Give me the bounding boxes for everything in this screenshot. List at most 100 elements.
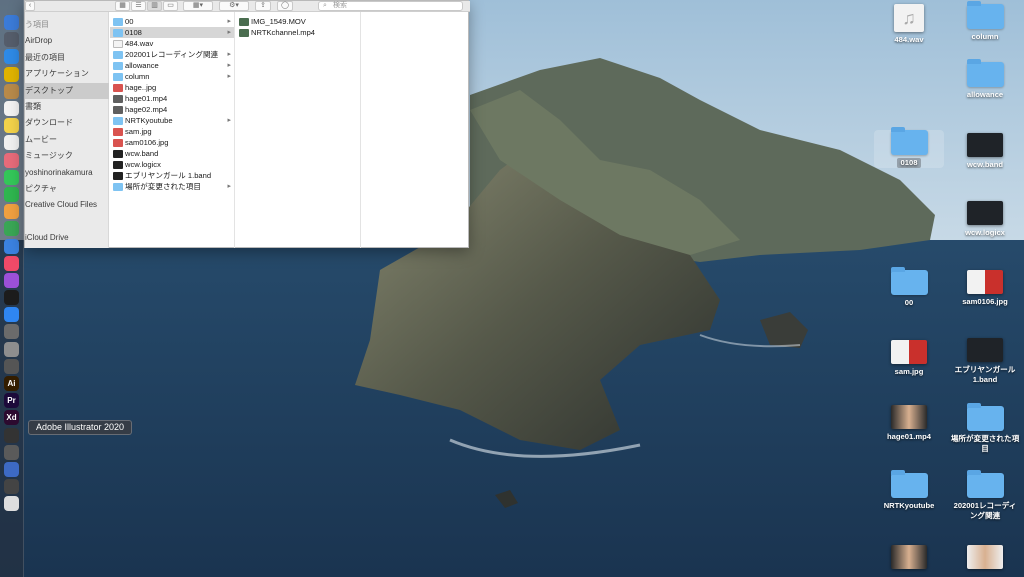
sidebar-item[interactable]: ピクチャ: [25, 181, 109, 197]
list-item[interactable]: NRTKyoutube ▸: [110, 115, 234, 126]
sidebar-item[interactable]: ダウンロード: [25, 115, 109, 131]
list-item[interactable]: 00 ▸: [110, 16, 234, 27]
chevron-right-icon: ▸: [227, 18, 231, 25]
desktop-item[interactable]: wcw.logicx: [950, 201, 1020, 238]
share-icon[interactable]: ⇪: [255, 1, 271, 11]
keynote-icon[interactable]: [4, 238, 19, 254]
system-preferences-icon[interactable]: [4, 324, 19, 340]
preview-icon[interactable]: [4, 341, 19, 357]
illustrator-icon[interactable]: Ai: [4, 376, 19, 392]
list-item[interactable]: column ▸: [110, 71, 234, 82]
back-button[interactable]: ‹: [25, 1, 35, 11]
list-view-icon[interactable]: ☰: [131, 1, 146, 11]
desktop-item[interactable]: sam.jpg: [874, 340, 944, 377]
band-icon: [113, 150, 123, 158]
contacts-icon[interactable]: [4, 83, 19, 99]
desktop-item[interactable]: column: [950, 1, 1020, 42]
xd-icon[interactable]: Xd: [4, 410, 19, 426]
chevron-right-icon: ▸: [227, 73, 231, 80]
desktop-item[interactable]: ♫ 484.wav: [874, 4, 944, 45]
list-item[interactable]: 484.wav: [110, 38, 234, 49]
premiere-icon[interactable]: Pr: [4, 393, 19, 409]
safari-icon[interactable]: [4, 49, 19, 65]
music-icon[interactable]: [4, 255, 19, 271]
list-item[interactable]: sam.jpg: [110, 126, 234, 137]
desktop-item[interactable]: sam0106.jpg: [950, 270, 1020, 307]
podcasts-icon[interactable]: [4, 272, 19, 288]
folder-icon: [890, 470, 928, 498]
desktop-item[interactable]: NRTKyoutube: [874, 470, 944, 511]
sidebar-item[interactable]: ミュージック: [25, 148, 109, 164]
desktop-item-label: NRTKyoutube: [883, 501, 935, 510]
desktop-item[interactable]: エブリヤンガール 1.band: [950, 338, 1020, 385]
desktop-item-label: wcw.band: [966, 160, 1003, 169]
desktop-item[interactable]: 0108: [874, 127, 944, 168]
list-item[interactable]: hage01.mp4: [110, 93, 234, 104]
finder-icon[interactable]: [4, 15, 19, 31]
sidebar-item[interactable]: 書類: [25, 99, 109, 115]
screenshot-icon[interactable]: [4, 496, 19, 512]
desktop-item[interactable]: [874, 545, 944, 572]
notes-icon[interactable]: [4, 118, 19, 134]
logic-icon[interactable]: [4, 427, 19, 443]
sidebar-item[interactable]: AirDrop: [25, 33, 109, 49]
list-item[interactable]: 場所が変更された項目 ▸: [110, 181, 234, 192]
desktop-item[interactable]: 00: [874, 267, 944, 308]
group-icon[interactable]: ▦▾: [183, 1, 213, 11]
img-icon: [113, 128, 123, 136]
sidebar-item[interactable]: デスクトップ: [25, 82, 109, 99]
creative-cloud-icon[interactable]: [4, 358, 19, 374]
folder-icon: [113, 183, 123, 191]
list-item[interactable]: allowance ▸: [110, 60, 234, 71]
list-item[interactable]: sam0106.jpg: [110, 137, 234, 148]
folder-icon: [113, 51, 123, 59]
list-item[interactable]: wcw.logicx: [110, 159, 234, 170]
icon-view-icon[interactable]: ▦: [115, 1, 130, 11]
sidebar-item[interactable]: iCloud Drive: [25, 230, 109, 246]
app-store-icon[interactable]: [4, 307, 19, 323]
reminders-icon[interactable]: [4, 135, 19, 151]
photo-booth-icon[interactable]: [4, 479, 19, 495]
numbers-icon[interactable]: [4, 221, 19, 237]
pages-icon[interactable]: [4, 204, 19, 220]
sidebar-item[interactable]: 最近の項目: [25, 50, 109, 66]
list-item[interactable]: wcw.band: [110, 148, 234, 159]
chrome-icon[interactable]: [4, 66, 19, 82]
garageband-icon[interactable]: [4, 444, 19, 460]
tv-icon[interactable]: [4, 290, 19, 306]
audio-file-icon: ♫: [894, 4, 924, 32]
list-item[interactable]: hage02.mp4: [110, 104, 234, 115]
list-item[interactable]: IMG_1549.MOV: [236, 16, 360, 27]
desktop-item[interactable]: allowance: [950, 59, 1020, 100]
list-item[interactable]: hage..jpg: [110, 82, 234, 93]
search-icon: ⌕: [323, 2, 327, 9]
messages-icon[interactable]: [4, 169, 19, 185]
project-file-icon: [967, 201, 1003, 225]
column-view-icon[interactable]: ▥: [147, 1, 162, 11]
desktop-item-label: 202001レコーディング関連: [953, 501, 1017, 520]
list-item[interactable]: 202001レコーディング関連 ▸: [110, 49, 234, 60]
desktop-item[interactable]: wcw.band: [950, 133, 1020, 170]
facetime-icon[interactable]: [4, 186, 19, 202]
tag-icon[interactable]: ◯: [277, 1, 293, 11]
sidebar-item[interactable]: ムービー: [25, 132, 109, 148]
desktop-item[interactable]: hage01.mp4: [874, 405, 944, 442]
desktop-item[interactable]: 202001レコーディング関連: [950, 470, 1020, 521]
sidebar-item[interactable]: Creative Cloud Files: [25, 197, 109, 213]
gallery-view-icon[interactable]: ▭: [163, 1, 178, 11]
sidebar-item[interactable]: yoshinorinakamura: [25, 165, 109, 181]
list-item[interactable]: 0108 ▸: [110, 27, 234, 38]
quicktime-icon[interactable]: [4, 461, 19, 477]
desktop-item[interactable]: 場所が変更された項目: [950, 403, 1020, 454]
desktop-item[interactable]: [950, 545, 1020, 572]
column-empty: [362, 12, 469, 248]
desktop-item-label: 484.wav: [894, 35, 924, 44]
list-item[interactable]: エブリヤンガール 1.band: [110, 170, 234, 181]
launchpad-icon[interactable]: [4, 32, 19, 48]
search-field[interactable]: ⌕ 検索: [318, 1, 463, 11]
gear-icon[interactable]: ⚙▾: [219, 1, 249, 11]
sidebar-item[interactable]: アプリケーション: [25, 66, 109, 82]
calendar-icon[interactable]: [4, 101, 19, 117]
photos-icon[interactable]: [4, 152, 19, 168]
list-item[interactable]: NRTKchannel.mp4: [236, 27, 360, 38]
